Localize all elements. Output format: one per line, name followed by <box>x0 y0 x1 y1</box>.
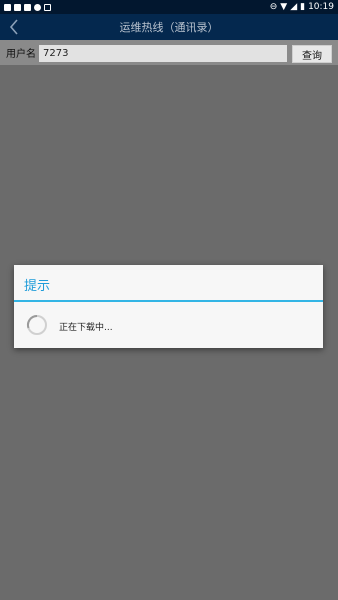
back-arrow-icon <box>9 19 18 35</box>
query-button[interactable]: 查询 <box>292 45 332 63</box>
app-icon <box>4 3 11 11</box>
status-right-icons: ⊖ ▼ ◢ ▮ 10:19 <box>270 2 334 12</box>
back-button[interactable] <box>6 17 22 37</box>
status-time: 10:19 <box>308 2 334 12</box>
dialog-divider <box>14 300 323 302</box>
dialog-message: 正在下载中... <box>59 323 113 333</box>
search-row: 用户名 7273 查询 <box>0 40 338 65</box>
image-icon <box>24 3 31 11</box>
loading-dialog: 提示 正在下载中... <box>14 265 323 348</box>
status-bar: ⊖ ▼ ◢ ▮ 10:19 <box>0 0 338 14</box>
app-icon <box>14 3 21 11</box>
signal-icon: ◢ <box>290 2 298 12</box>
battery-icon: ▮ <box>300 2 306 12</box>
dnd-icon: ⊖ <box>269 2 278 12</box>
page-title: 运维热线（通讯录） <box>119 21 219 34</box>
loading-spinner-icon <box>27 314 47 335</box>
app-bar: 运维热线（通讯录） <box>0 14 338 40</box>
status-left-icons <box>4 3 51 11</box>
username-label: 用户名 <box>6 49 36 60</box>
username-input[interactable]: 7273 <box>39 45 287 62</box>
shield-icon <box>34 3 41 11</box>
wifi-icon: ▼ <box>280 2 288 12</box>
x-icon <box>44 3 51 11</box>
dialog-title: 提示 <box>24 279 51 294</box>
